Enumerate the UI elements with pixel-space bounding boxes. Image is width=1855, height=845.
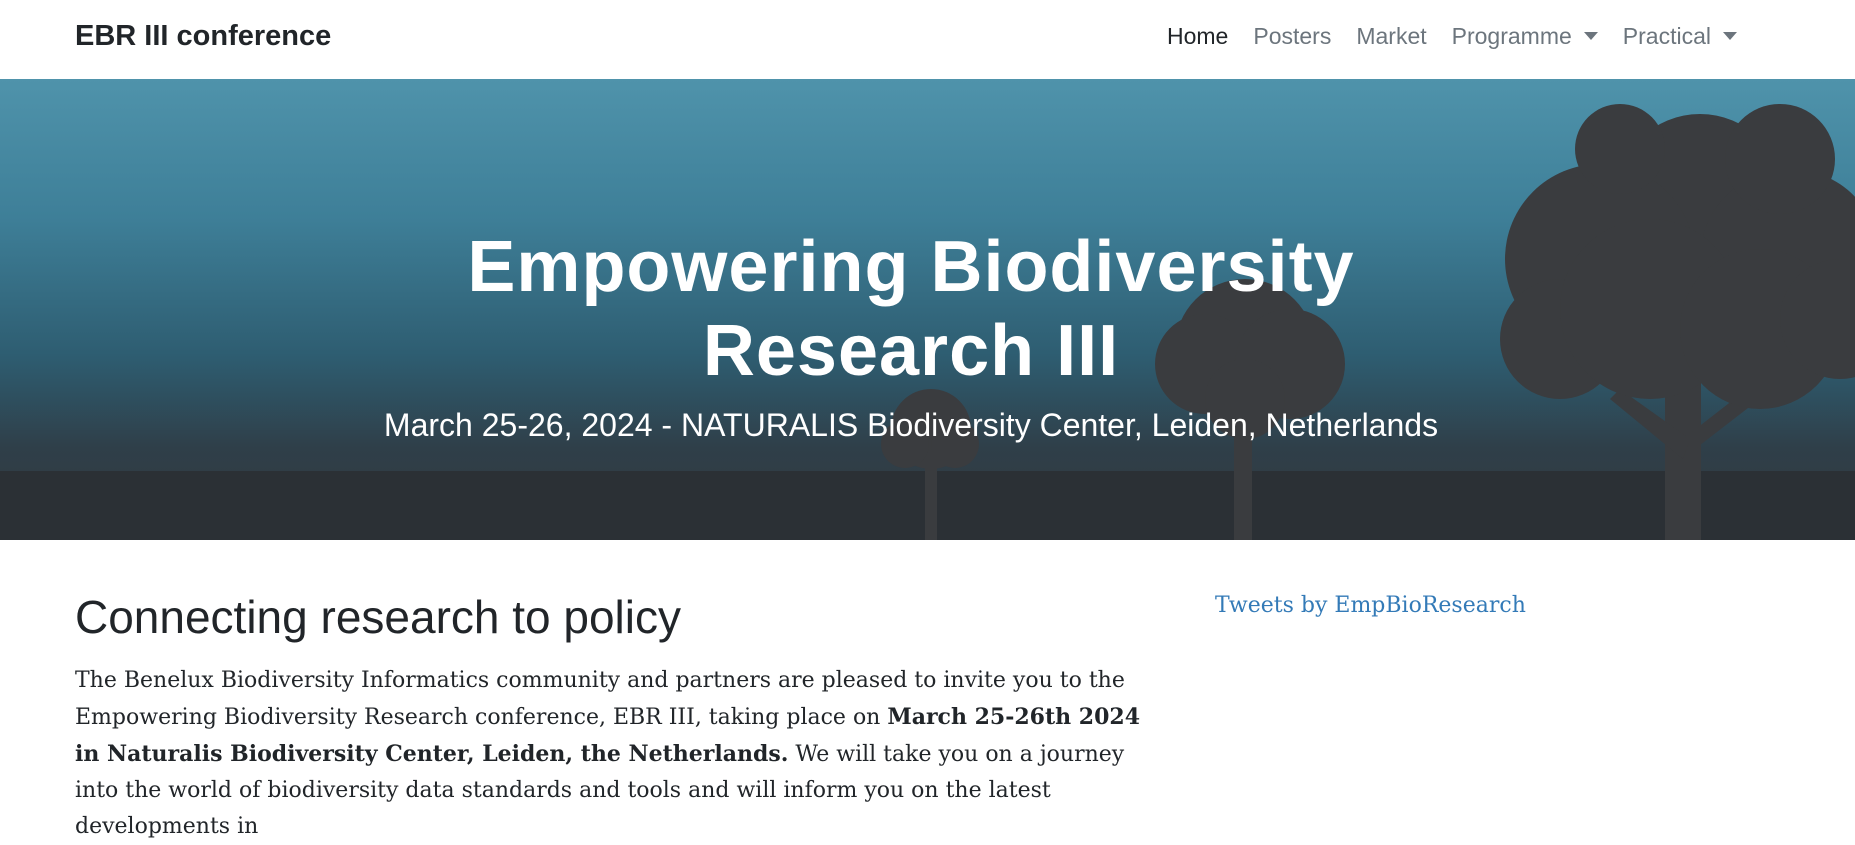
nav-item-label: Posters bbox=[1253, 23, 1332, 49]
hero-title-line2: Research III bbox=[702, 311, 1120, 392]
hero-subtitle: March 25-26, 2024 - NATURALIS Biodiversi… bbox=[383, 407, 1439, 443]
hero-banner: Empowering Biodiversity Research III Marc… bbox=[0, 79, 1855, 540]
nav-item-label: Programme bbox=[1451, 23, 1572, 49]
main-content: Connecting research to policy The Benelu… bbox=[75, 580, 1155, 845]
nav-item-posters[interactable]: Posters bbox=[1253, 19, 1331, 53]
top-navbar: EBR III conference Home Posters Market P… bbox=[0, 0, 1855, 79]
nav-item-programme[interactable]: Programme bbox=[1452, 19, 1598, 53]
hero-title: Empowering Biodiversity Research III bbox=[0, 225, 1822, 393]
nav-item-label: Home bbox=[1167, 23, 1229, 49]
intro-paragraph: The Benelux Biodiversity Informatics com… bbox=[75, 663, 1155, 845]
nav-item-practical[interactable]: Practical bbox=[1623, 19, 1737, 53]
hero-title-line1: Empowering Biodiversity bbox=[467, 227, 1355, 308]
nav-item-label: Practical bbox=[1622, 23, 1711, 49]
tweets-link[interactable]: Tweets by EmpBioResearch bbox=[1215, 588, 1526, 624]
caret-down-icon bbox=[1583, 32, 1598, 40]
nav-item-home[interactable]: Home bbox=[1167, 19, 1228, 53]
brand-link[interactable]: EBR III conference bbox=[75, 18, 331, 54]
nav-item-label: Market bbox=[1356, 23, 1427, 49]
nav-item-market[interactable]: Market bbox=[1356, 19, 1426, 53]
caret-down-icon bbox=[1723, 32, 1737, 40]
section-heading: Connecting research to policy bbox=[75, 591, 681, 643]
nav-menu: Home Posters Market Programme Practical bbox=[1142, 19, 1737, 53]
